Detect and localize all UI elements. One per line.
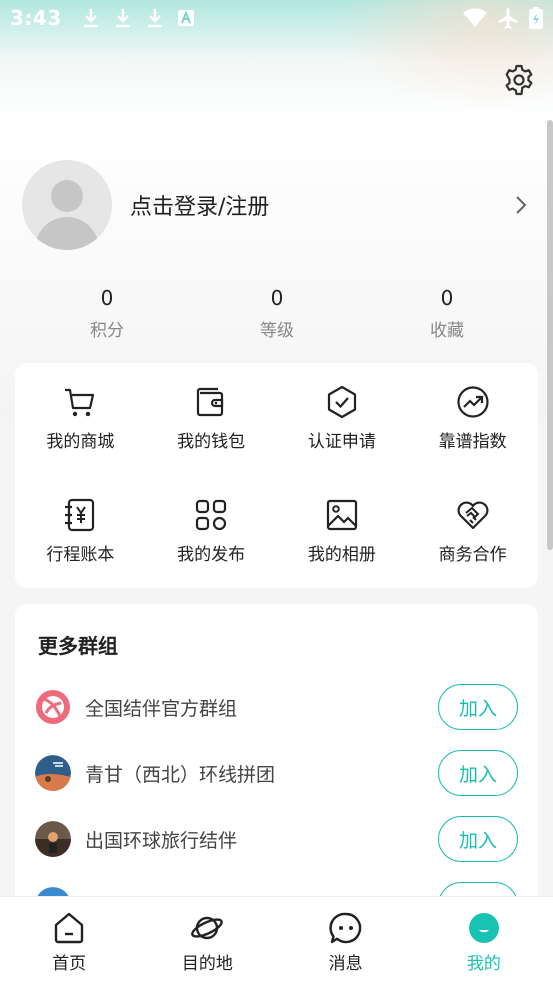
menu-label: 我的相册 xyxy=(307,545,376,565)
join-button[interactable]: 加入 xyxy=(438,816,518,862)
download-icon xyxy=(83,9,98,28)
menu-label: 认证申请 xyxy=(307,432,376,452)
grid-icon xyxy=(196,499,227,531)
battery-icon xyxy=(529,7,543,29)
tab-label: 我的 xyxy=(466,954,501,974)
notification-icons xyxy=(82,8,194,28)
home-icon xyxy=(54,912,84,944)
avatar[interactable] xyxy=(22,160,112,250)
menu-item-mall[interactable]: 我的商城 xyxy=(15,363,146,476)
menu-item-business[interactable]: 商务合作 xyxy=(407,476,538,588)
group-name: 出国环球旅行结伴 xyxy=(85,829,238,852)
group-logo-icon xyxy=(36,690,70,724)
join-button[interactable]: 加入 xyxy=(438,684,518,730)
image-icon xyxy=(326,499,357,531)
system-icons xyxy=(463,7,543,29)
join-button[interactable]: 加入 xyxy=(438,750,518,796)
menu-item-wallet[interactable]: 我的钱包 xyxy=(146,363,277,476)
planet-icon xyxy=(191,916,224,940)
menu-label: 我的钱包 xyxy=(177,432,246,452)
group-name: 青甘（西北）环线拼团 xyxy=(85,763,276,786)
group-item[interactable]: 全国结伴官方群组 加入 xyxy=(35,683,518,731)
download-icon xyxy=(115,9,130,28)
ledger-icon xyxy=(65,498,95,532)
menu-item-certification[interactable]: 认证申请 xyxy=(277,363,408,476)
stat-label: 收藏 xyxy=(430,321,464,341)
group-item[interactable]: 出国环球旅行结伴 加入 xyxy=(35,815,518,863)
a-icon xyxy=(177,10,194,26)
bottom-tab-bar: 首页 目的地 消息 我的 xyxy=(0,896,553,983)
status-time: 3:43 xyxy=(10,6,62,30)
login-row[interactable]: 点击登录/注册 xyxy=(22,160,532,250)
group-name: 全国结伴官方群组 xyxy=(85,697,238,720)
download-icon xyxy=(147,9,162,28)
stat-value: 0 xyxy=(440,286,454,310)
group-photo-icon xyxy=(35,755,71,791)
menu-label: 我的发布 xyxy=(177,545,246,565)
menu-item-reliability[interactable]: 靠谱指数 xyxy=(407,363,538,476)
tab-label: 首页 xyxy=(52,954,87,974)
wallet-icon xyxy=(197,387,224,417)
wifi-icon xyxy=(463,8,487,27)
profile-icon xyxy=(468,913,499,943)
airplane-icon xyxy=(498,8,518,29)
tab-label: 目的地 xyxy=(181,954,233,974)
stats-row: 0 积分 0 等级 0 收藏 xyxy=(22,286,532,341)
shield-check-icon xyxy=(327,385,356,419)
tab-label: 消息 xyxy=(328,954,363,974)
menu-item-ledger[interactable]: 行程账本 xyxy=(15,476,146,588)
tab-home[interactable]: 首页 xyxy=(0,897,138,983)
message-icon xyxy=(329,912,361,944)
menu-item-posts[interactable]: 我的发布 xyxy=(146,476,277,588)
tab-destination[interactable]: 目的地 xyxy=(138,897,276,983)
stat-favorites[interactable]: 0 收藏 xyxy=(362,286,532,341)
stat-value: 0 xyxy=(270,286,284,310)
login-register-link[interactable]: 点击登录/注册 xyxy=(130,189,269,221)
handshake-icon xyxy=(457,501,489,530)
stat-label: 积分 xyxy=(90,321,124,341)
menu-item-album[interactable]: 我的相册 xyxy=(277,476,408,588)
menu-label: 商务合作 xyxy=(438,545,507,565)
tab-messages[interactable]: 消息 xyxy=(277,897,415,983)
status-bar: 3:43 xyxy=(0,0,553,36)
stat-level[interactable]: 0 等级 xyxy=(192,286,362,341)
group-photo-icon xyxy=(35,821,71,857)
menu-label: 靠谱指数 xyxy=(438,432,507,452)
group-item[interactable]: 青甘（西北）环线拼团 加入 xyxy=(35,749,518,797)
scrollbar[interactable] xyxy=(547,120,553,550)
feature-grid-card: 我的商城 我的钱包 认证申请 靠谱指数 行程账本 我的发布 我的相册 商务合作 xyxy=(15,363,538,588)
stat-points[interactable]: 0 积分 xyxy=(22,286,192,341)
cart-icon xyxy=(65,388,95,417)
stat-label: 等级 xyxy=(260,321,294,341)
menu-label: 行程账本 xyxy=(46,545,115,565)
menu-label: 我的商城 xyxy=(46,432,115,452)
chevron-right-icon[interactable] xyxy=(514,194,528,216)
settings-gear-icon[interactable] xyxy=(503,64,535,96)
groups-title: 更多群组 xyxy=(38,634,118,658)
stat-value: 0 xyxy=(100,286,114,310)
trend-icon xyxy=(457,386,489,418)
tab-profile[interactable]: 我的 xyxy=(415,897,553,983)
